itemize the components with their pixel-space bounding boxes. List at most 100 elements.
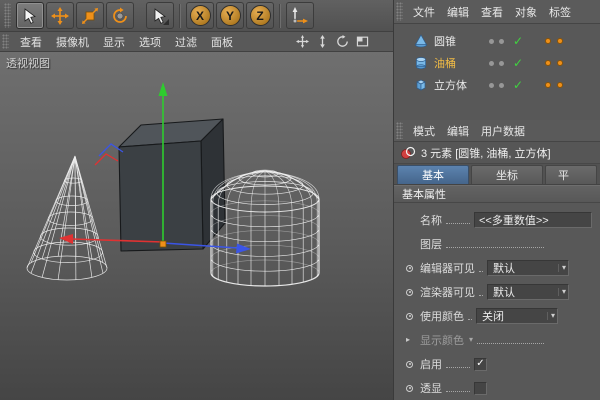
am-menu-mode[interactable]: 模式 [407,123,441,139]
select-arrow-icon [24,7,36,24]
dotted-leader [446,360,470,368]
object-row-cube[interactable]: 立方体 ✓ [394,74,600,96]
viewport-menu-filter[interactable]: 过滤 [168,34,204,50]
editor-visibility-dot[interactable] [489,38,494,44]
dotted-leader [446,216,470,224]
y-axis-lock-button[interactable]: Y [216,2,244,29]
object-name[interactable]: 油桶 [434,55,484,71]
xray-checkbox[interactable] [474,381,487,395]
name-input[interactable]: <<多重数值>> [474,212,592,228]
rotate-icon [113,7,127,23]
select-tool-button[interactable] [16,2,44,29]
keyframe-circle-icon[interactable] [406,288,413,296]
chevron-down-icon[interactable]: ▾ [469,336,473,344]
attribute-manager-menubar: 模式 编辑 用户数据 [394,120,600,142]
enabled-checkbox[interactable]: ✓ [474,357,487,371]
viewport-menu-view[interactable]: 查看 [13,34,49,50]
render-visibility-dot[interactable] [499,60,504,66]
toggle-view-icon[interactable] [356,35,369,48]
coordinate-system-button[interactable] [286,2,314,29]
field-row-render-visibility: 渲染器可见 默认 ▾ [394,280,600,304]
om-menu-tags[interactable]: 标签 [543,4,577,20]
render-visibility-dot[interactable] [499,82,504,88]
chevron-down-icon: ▾ [557,288,566,296]
om-menu-object[interactable]: 对象 [509,4,543,20]
tag-dot[interactable] [545,60,552,66]
x-axis-lock-button[interactable]: X [186,2,214,29]
viewport-menubar-grip[interactable] [2,33,9,50]
toolbar-separator-2 [279,3,281,28]
viewport-3d[interactable]: 透视视图 [0,52,393,400]
object-list: 圆锥 ✓ 油桶 ✓ 立方体 ✓ [394,24,600,120]
tag-dot[interactable] [557,82,564,88]
cube-icon [416,79,426,91]
tab-basic[interactable]: 基本 [397,165,469,184]
viewport-menu-options[interactable]: 选项 [132,34,168,50]
keyframe-circle-icon[interactable] [406,384,413,392]
tab-phong[interactable]: 平 [545,165,597,184]
expander-icon[interactable]: ▸ [406,336,410,344]
object-manager-grip[interactable] [396,2,403,21]
editor-visibility-dot[interactable] [489,60,494,66]
dotted-leader [446,384,470,392]
object-row-cone[interactable]: 圆锥 ✓ [394,30,600,52]
viewport-menu-panel[interactable]: 面板 [204,34,240,50]
use-color-dropdown[interactable]: 关闭 ▾ [476,308,558,324]
om-menu-file[interactable]: 文件 [407,4,441,20]
enabled-check-icon[interactable]: ✓ [513,79,523,91]
enabled-check-icon[interactable]: ✓ [513,57,523,69]
viewport-label[interactable]: 透视视图 [6,55,50,71]
main-toolbar: X Y Z [0,0,393,32]
layer-label: 图层 [420,239,442,251]
rotate-view-icon[interactable] [336,35,349,48]
om-menu-edit[interactable]: 编辑 [441,4,475,20]
dotted-leader [479,288,483,296]
editor-visibility-dropdown[interactable]: 默认 ▾ [487,260,569,276]
basic-properties-section[interactable]: 基本属性 [394,185,600,203]
xray-label: 透显 [420,383,442,395]
3d-scene[interactable] [0,52,393,400]
dotted-leader [479,264,483,272]
tag-dot[interactable] [557,60,564,66]
selection-info-bar: 3 元素 [圆锥, 油桶, 立方体] [394,142,600,164]
viewport-menu-camera[interactable]: 摄像机 [49,34,96,50]
am-menu-userdata[interactable]: 用户数据 [475,123,531,139]
object-name[interactable]: 圆锥 [434,33,484,49]
keyframe-circle-icon[interactable] [406,360,413,368]
z-axis-letter: Z [249,5,271,26]
move-tool-button[interactable] [46,2,74,29]
toolbar-grip[interactable] [4,3,11,28]
live-selection-button[interactable] [146,2,174,29]
tag-dot[interactable] [557,38,564,44]
multi-object-icon [401,146,416,159]
render-visibility-label: 渲染器可见 [420,287,475,299]
editor-visibility-dot[interactable] [489,82,494,88]
zoom-view-icon[interactable] [316,35,329,48]
keyframe-circle-icon[interactable] [406,312,413,320]
field-row-xray: 透显 [394,376,600,400]
render-visibility-dropdown[interactable]: 默认 ▾ [487,284,569,300]
viewport-menu-display[interactable]: 显示 [96,34,132,50]
enabled-check-icon[interactable]: ✓ [513,35,523,47]
object-row-tank[interactable]: 油桶 ✓ [394,52,600,74]
am-menu-edit[interactable]: 编辑 [441,123,475,139]
field-row-use-color: 使用颜色 关闭 ▾ [394,304,600,328]
tag-area [539,38,564,44]
z-axis-lock-button[interactable]: Z [246,2,274,29]
tag-dot[interactable] [545,82,552,88]
scale-tool-button[interactable] [76,2,104,29]
attribute-manager-grip[interactable] [396,122,403,139]
attribute-tabs: 基本 坐标 平 [394,164,600,185]
tab-coordinates[interactable]: 坐标 [471,165,543,184]
tag-dot[interactable] [545,38,552,44]
pan-view-icon[interactable] [296,35,309,48]
field-row-layer: 图层 [394,232,600,256]
render-visibility-dot[interactable] [499,38,504,44]
tag-area [539,82,564,88]
keyframe-circle-icon[interactable] [406,264,413,272]
use-color-label: 使用颜色 [420,311,464,323]
object-manager-menubar: 文件 编辑 查看 对象 标签 [394,0,600,24]
rotate-tool-button[interactable] [106,2,134,29]
object-name[interactable]: 立方体 [434,77,484,93]
om-menu-view[interactable]: 查看 [475,4,509,20]
